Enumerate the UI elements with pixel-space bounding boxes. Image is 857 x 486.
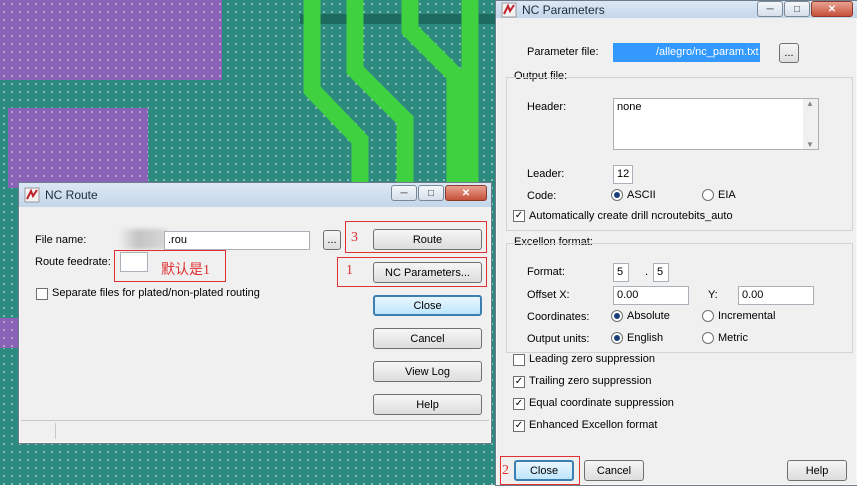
annotation-num-1: 1 — [346, 263, 353, 278]
file-name-input[interactable]: .rou — [164, 231, 310, 250]
enhanced-excellon-checkbox[interactable]: ✓ — [513, 420, 525, 432]
close-icon[interactable]: ✕ — [811, 1, 853, 17]
leader-value: 12 — [617, 168, 630, 180]
params-help-button[interactable]: Help — [787, 460, 847, 481]
coord-incremental-label: Incremental — [718, 310, 776, 322]
offset-y-input[interactable]: 0.00 — [738, 286, 814, 305]
file-browse-button[interactable]: ... — [323, 230, 341, 250]
auto-create-label: Automatically create drill ncroutebits_a… — [529, 210, 733, 222]
header-label: Header: — [527, 101, 567, 113]
offset-x-label: Offset X: — [527, 289, 570, 301]
minimize-icon[interactable]: ─ — [757, 1, 783, 17]
coord-absolute-radio[interactable] — [611, 310, 623, 322]
nc-route-title: NC Route — [45, 188, 98, 202]
trailing-zero-label: Trailing zero suppression — [529, 375, 652, 387]
equal-coord-label: Equal coordinate suppression — [529, 397, 674, 409]
format-integer-input[interactable]: 5 — [613, 263, 629, 282]
format-separator: . — [645, 266, 649, 278]
route-feedrate-label: Route feedrate: — [35, 256, 111, 268]
parameter-file-label: Parameter file: — [527, 46, 599, 58]
annotation-default-note: 默认是1 — [161, 263, 210, 278]
auto-create-checkbox[interactable]: ✓ — [513, 210, 525, 222]
separate-files-label: Separate files for plated/non-plated rou… — [52, 287, 260, 299]
annotation-num-3: 3 — [351, 230, 358, 245]
header-scrollbar[interactable]: ▲ ▼ — [803, 99, 818, 149]
params-cancel-button[interactable]: Cancel — [584, 460, 644, 481]
code-eia-label: EIA — [718, 189, 736, 201]
format-label: Format: — [527, 266, 565, 278]
nc-route-titlebar[interactable]: NC Route ─ □ ✕ — [19, 183, 491, 207]
units-english-radio[interactable] — [611, 332, 623, 344]
parameter-browse-button[interactable]: ... — [779, 43, 799, 63]
offset-x-input[interactable]: 0.00 — [613, 286, 689, 305]
params-close-button[interactable]: Close — [514, 460, 574, 481]
trailing-zero-checkbox[interactable]: ✓ — [513, 376, 525, 388]
file-name-label: File name: — [35, 234, 87, 246]
nc-params-title: NC Parameters — [522, 2, 605, 17]
status-bar-divider — [55, 423, 56, 439]
units-metric-radio[interactable] — [702, 332, 714, 344]
leader-input[interactable]: 12 — [613, 165, 633, 184]
nc-params-titlebar[interactable]: NC Parameters ─ □ ✕ — [496, 1, 857, 18]
leading-zero-checkbox[interactable] — [513, 354, 525, 366]
minimize-icon[interactable]: ─ — [391, 185, 417, 201]
close-button[interactable]: Close — [373, 295, 482, 316]
coord-absolute-label: Absolute — [627, 310, 670, 322]
nc-parameters-button[interactable]: NC Parameters... — [373, 262, 482, 283]
app-icon — [24, 187, 40, 203]
maximize-icon[interactable]: □ — [784, 1, 810, 17]
code-label: Code: — [527, 190, 557, 202]
leader-label: Leader: — [527, 168, 565, 180]
parameter-file-input[interactable]: /allegro/nc_param.txt — [613, 43, 760, 62]
offset-y-label: Y: — [708, 289, 718, 301]
route-button[interactable]: Route — [373, 229, 482, 250]
code-ascii-label: ASCII — [627, 189, 656, 201]
units-english-label: English — [627, 332, 664, 344]
nc-route-dialog: NC Route ─ □ ✕ File name: .rou ... Route… — [18, 182, 492, 444]
close-icon[interactable]: ✕ — [445, 185, 487, 201]
units-metric-label: Metric — [718, 332, 748, 344]
equal-coord-checkbox[interactable]: ✓ — [513, 398, 525, 410]
leading-zero-label: Leading zero suppression — [529, 353, 655, 365]
help-button[interactable]: Help — [373, 394, 482, 415]
format-decimal-input[interactable]: 5 — [653, 263, 669, 282]
view-log-button[interactable]: View Log — [373, 361, 482, 382]
coordinates-label: Coordinates: — [527, 311, 590, 323]
cancel-button[interactable]: Cancel — [373, 328, 482, 349]
code-eia-radio[interactable] — [702, 189, 714, 201]
maximize-icon[interactable]: □ — [418, 185, 444, 201]
file-name-value: .rou — [168, 234, 187, 246]
scroll-down-icon[interactable]: ▼ — [806, 140, 814, 149]
code-ascii-radio[interactable] — [611, 189, 623, 201]
header-textarea[interactable]: none — [613, 98, 819, 150]
enhanced-excellon-label: Enhanced Excellon format — [529, 419, 658, 431]
redacted-area — [119, 229, 167, 249]
separate-files-checkbox[interactable] — [36, 288, 48, 300]
parameter-file-value: /allegro/nc_param.txt — [656, 46, 759, 58]
app-icon — [501, 2, 517, 18]
scroll-up-icon[interactable]: ▲ — [806, 99, 814, 108]
status-bar — [21, 420, 489, 441]
annotation-num-2: 2 — [502, 463, 509, 478]
output-units-label: Output units: — [527, 333, 590, 345]
coord-incremental-radio[interactable] — [702, 310, 714, 322]
header-value: none — [617, 101, 642, 113]
nc-parameters-dialog: NC Parameters ─ □ ✕ Parameter file: /all… — [495, 0, 857, 486]
